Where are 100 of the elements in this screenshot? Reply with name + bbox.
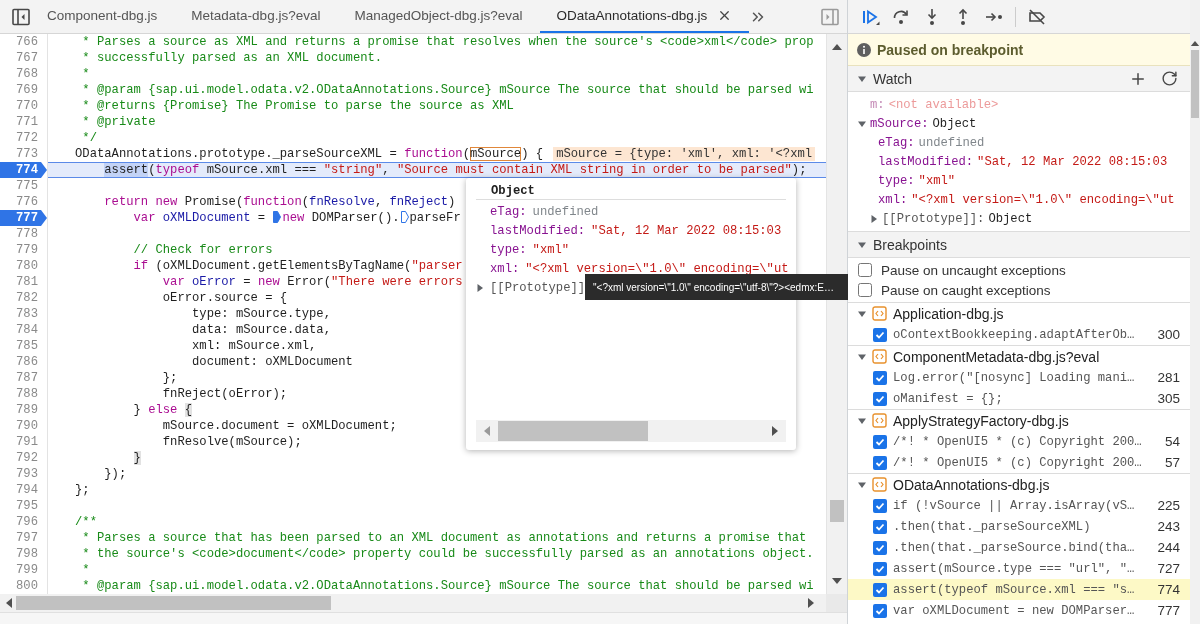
file-tab[interactable]: ODataAnnotations-dbg.js (539, 0, 750, 33)
breakpoint-code: oContextBookkeeping.adaptAfterOb… (893, 327, 1135, 342)
code-line: * @param {sap.ui.model.odata.v2.ODataAnnotations.Source} mSource The source that should be parsed wi (81, 82, 814, 98)
code-line: xml: mSource.xml, (191, 338, 317, 354)
scrollbar-thumb[interactable] (16, 596, 331, 610)
watch-value: Object (932, 116, 977, 131)
expand-icon[interactable] (858, 74, 866, 83)
horizontal-scrollbar[interactable] (476, 420, 786, 442)
property-name: [[Prototype]] (490, 280, 586, 295)
property-name: xml: (490, 261, 520, 276)
breakpoint-code: .then(that._parseSourceXML) (893, 519, 1091, 534)
vertical-scrollbar[interactable] (1190, 0, 1200, 624)
arrow-down-icon[interactable] (832, 578, 842, 584)
code-line: * @returns {Promise} The Promise to parse the source as XML (81, 98, 514, 114)
expand-icon[interactable] (858, 416, 866, 425)
scrollbar-thumb[interactable] (498, 421, 648, 441)
expand-icon[interactable] (858, 119, 866, 128)
checkbox[interactable] (873, 370, 887, 385)
inline-breakpoint-icon[interactable] (400, 211, 409, 223)
property-name: eTag: (490, 204, 527, 219)
checkbox[interactable] (873, 582, 887, 597)
checkbox[interactable] (873, 540, 887, 555)
arrow-right-icon[interactable] (808, 598, 814, 608)
breakpoint-code: assert(typeof mSource.xml === "s… (893, 582, 1135, 597)
checkbox[interactable] (873, 561, 887, 576)
code-line: fnResolve(mSource); (161, 434, 302, 450)
checkbox[interactable] (873, 519, 887, 534)
refresh-icon[interactable] (1161, 70, 1178, 87)
deactivate-breakpoints-icon[interactable] (1027, 6, 1047, 27)
checkbox[interactable] (873, 603, 887, 618)
file-icon (872, 349, 887, 364)
expand-icon[interactable] (476, 283, 484, 292)
inline-breakpoint-icon[interactable] (273, 211, 282, 223)
tooltip: "<?xml version=\"1.0\" encoding=\"utf-8\"?><edmx:E… (585, 274, 848, 300)
checkbox[interactable] (873, 391, 887, 406)
checkbox-label[interactable]: Pause on uncaught exceptions (881, 262, 1066, 278)
code-line: * (81, 66, 90, 82)
expand-icon[interactable] (870, 214, 878, 223)
breakpoint-line-number: 54 (1164, 434, 1180, 449)
property-value: undefined (532, 204, 599, 219)
watch-name: type: (878, 173, 915, 188)
expand-icon[interactable] (858, 480, 866, 489)
expand-icon[interactable] (858, 240, 866, 249)
code-text: var oXMLDocument = (132, 211, 267, 225)
code-line: * the source's <code>document</code> property could be successfully parsed as an annotations object. (81, 546, 814, 562)
breakpoint-code: oManifest = {}; (893, 391, 1003, 406)
expand-icon[interactable] (858, 309, 866, 318)
checkbox[interactable] (873, 434, 887, 449)
arrow-up-icon[interactable] (832, 44, 842, 50)
file-icon (872, 413, 887, 428)
checkbox[interactable] (873, 498, 887, 513)
code-text: parseFr (409, 211, 461, 225)
checkbox[interactable] (858, 283, 872, 297)
file-icon (872, 306, 887, 321)
arrow-up-icon[interactable] (1190, 41, 1200, 46)
scrollbar-thumb[interactable] (830, 500, 844, 522)
paused-status: Paused on breakpoint (877, 41, 1024, 58)
breakpoint-line-number: 727 (1157, 561, 1180, 576)
breakpoint-line-number: 281 (1157, 370, 1180, 385)
code-line: data: mSource.data, (191, 322, 331, 338)
watch-name: xml: (878, 192, 908, 207)
code-line: } else { (132, 402, 193, 418)
expand-icon[interactable] (858, 352, 866, 361)
property-name: lastModified: (490, 223, 586, 238)
section-header[interactable]: Watch (848, 66, 1190, 92)
code-text: new DOMParser(). (282, 211, 400, 225)
file-name: ComponentMetadata-dbg.js?eval (893, 348, 1100, 365)
watch-value: Object (988, 211, 1033, 226)
property-value: "<?xml version=\"1.0\" encoding=\"ut (525, 261, 789, 276)
breakpoint-row[interactable]: assert(typeof mSource.xml === "s… 774 (848, 579, 1190, 600)
watch-name: lastModified: (878, 154, 974, 169)
checkbox[interactable] (873, 455, 887, 470)
arrow-right-icon[interactable] (772, 426, 778, 436)
file-name: ApplyStrategyFactory-dbg.js (893, 412, 1069, 429)
breakpoint-line-number: 774 (1157, 582, 1180, 597)
checkbox[interactable] (873, 327, 887, 342)
breakpoint-code: /*! * OpenUI5 * (c) Copyright 200… (893, 434, 1142, 449)
breakpoint-line-number: 57 (1164, 455, 1180, 470)
code-line: return new Promise(function(fnResolve, fnReject) (103, 194, 456, 210)
file-tab[interactable]: ManagedObject-dbg.js?eval (337, 0, 540, 33)
section-title: Breakpoints (873, 236, 947, 253)
horizontal-scrollbar[interactable] (0, 594, 826, 612)
checkbox[interactable] (858, 263, 872, 277)
inline-value: mSource = {type: 'xml', xml: '<?xml (553, 147, 816, 161)
file-tab[interactable]: Component-dbg.js (30, 0, 175, 33)
watch-name: m: (870, 97, 885, 112)
code-line: oError.source = { (161, 290, 288, 306)
sidebar-toggle-icon[interactable] (12, 7, 30, 26)
section-header[interactable]: Breakpoints (848, 232, 1190, 258)
watch-value: "Sat, 12 Mar 2022 08:15:03 (977, 154, 1168, 169)
sidebar-toggle-icon[interactable] (821, 7, 839, 26)
property-value: "Sat, 12 Mar 2022 08:15:03 (591, 223, 782, 238)
property-name: type: (490, 242, 527, 257)
checkbox-label[interactable]: Pause on caught exceptions (881, 282, 1051, 298)
scrollbar-thumb[interactable] (1191, 50, 1199, 118)
code-line: * Parses a source as XML and returns a promise that resolves when the source's <code>xml</code> prop (81, 34, 814, 50)
code-line: type: mSource.type, (191, 306, 331, 322)
file-tab[interactable]: Metadata-dbg.js?eval (174, 0, 338, 33)
code-line: * @param {sap.ui.model.odata.v2.ODataAnnotations.Source} mSource The source that should be parsed wi (81, 578, 814, 594)
arrow-left-icon[interactable] (6, 598, 12, 608)
